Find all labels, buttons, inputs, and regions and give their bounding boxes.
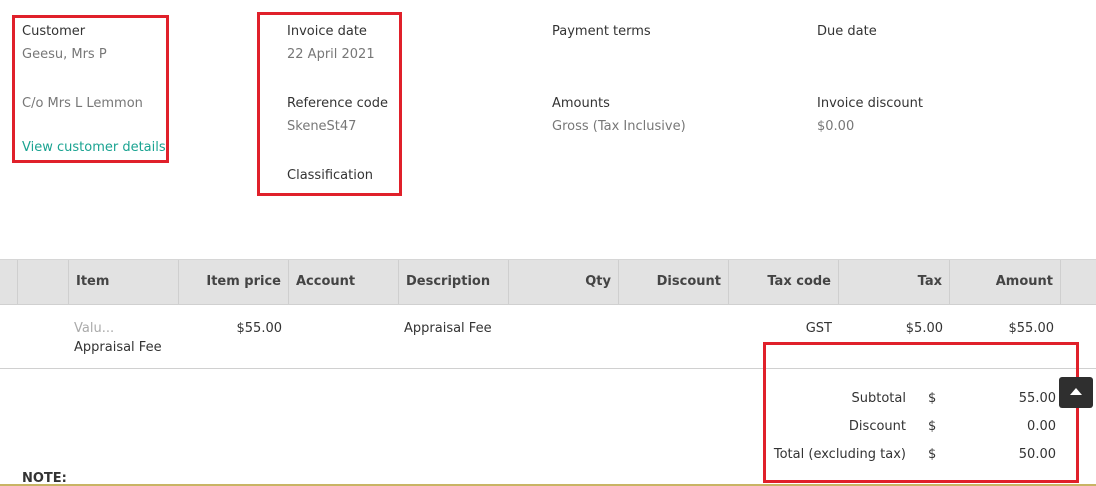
header-tax-code[interactable]: Tax code — [729, 260, 839, 304]
row-item-name: Appraisal Fee — [74, 340, 162, 355]
row-item-code: Valu... — [74, 321, 115, 336]
scroll-to-top-button[interactable] — [1059, 377, 1093, 408]
header-item-price[interactable]: Item price — [179, 260, 289, 304]
invoice-discount-value: $0.00 — [817, 119, 855, 134]
line-items-table-header: Item Item price Account Description Qty … — [0, 259, 1096, 305]
header-drag-col — [18, 260, 69, 304]
header-discount[interactable]: Discount — [619, 260, 729, 304]
header-qty[interactable]: Qty — [509, 260, 619, 304]
header-account[interactable]: Account — [289, 260, 399, 304]
header-item[interactable]: Item — [69, 260, 179, 304]
invoice-highlight-box — [257, 12, 402, 196]
row-description: Appraisal Fee — [404, 321, 492, 336]
invoice-discount-label: Invoice discount — [817, 96, 923, 111]
row-tax: $5.00 — [905, 321, 943, 336]
due-date-label: Due date — [817, 24, 877, 39]
totals-highlight-box — [763, 342, 1079, 483]
header-description[interactable]: Description — [399, 260, 509, 304]
header-spacer — [0, 260, 18, 304]
customer-highlight-box — [12, 15, 169, 163]
header-tax[interactable]: Tax — [839, 260, 950, 304]
header-amount[interactable]: Amount — [950, 260, 1061, 304]
row-tax-code: GST — [805, 321, 832, 336]
row-amount: $55.00 — [1008, 321, 1055, 336]
row-item-price: $55.00 — [236, 321, 283, 336]
payment-terms-label: Payment terms — [552, 24, 651, 39]
amounts-value: Gross (Tax Inclusive) — [552, 119, 686, 134]
amounts-label: Amounts — [552, 96, 610, 111]
